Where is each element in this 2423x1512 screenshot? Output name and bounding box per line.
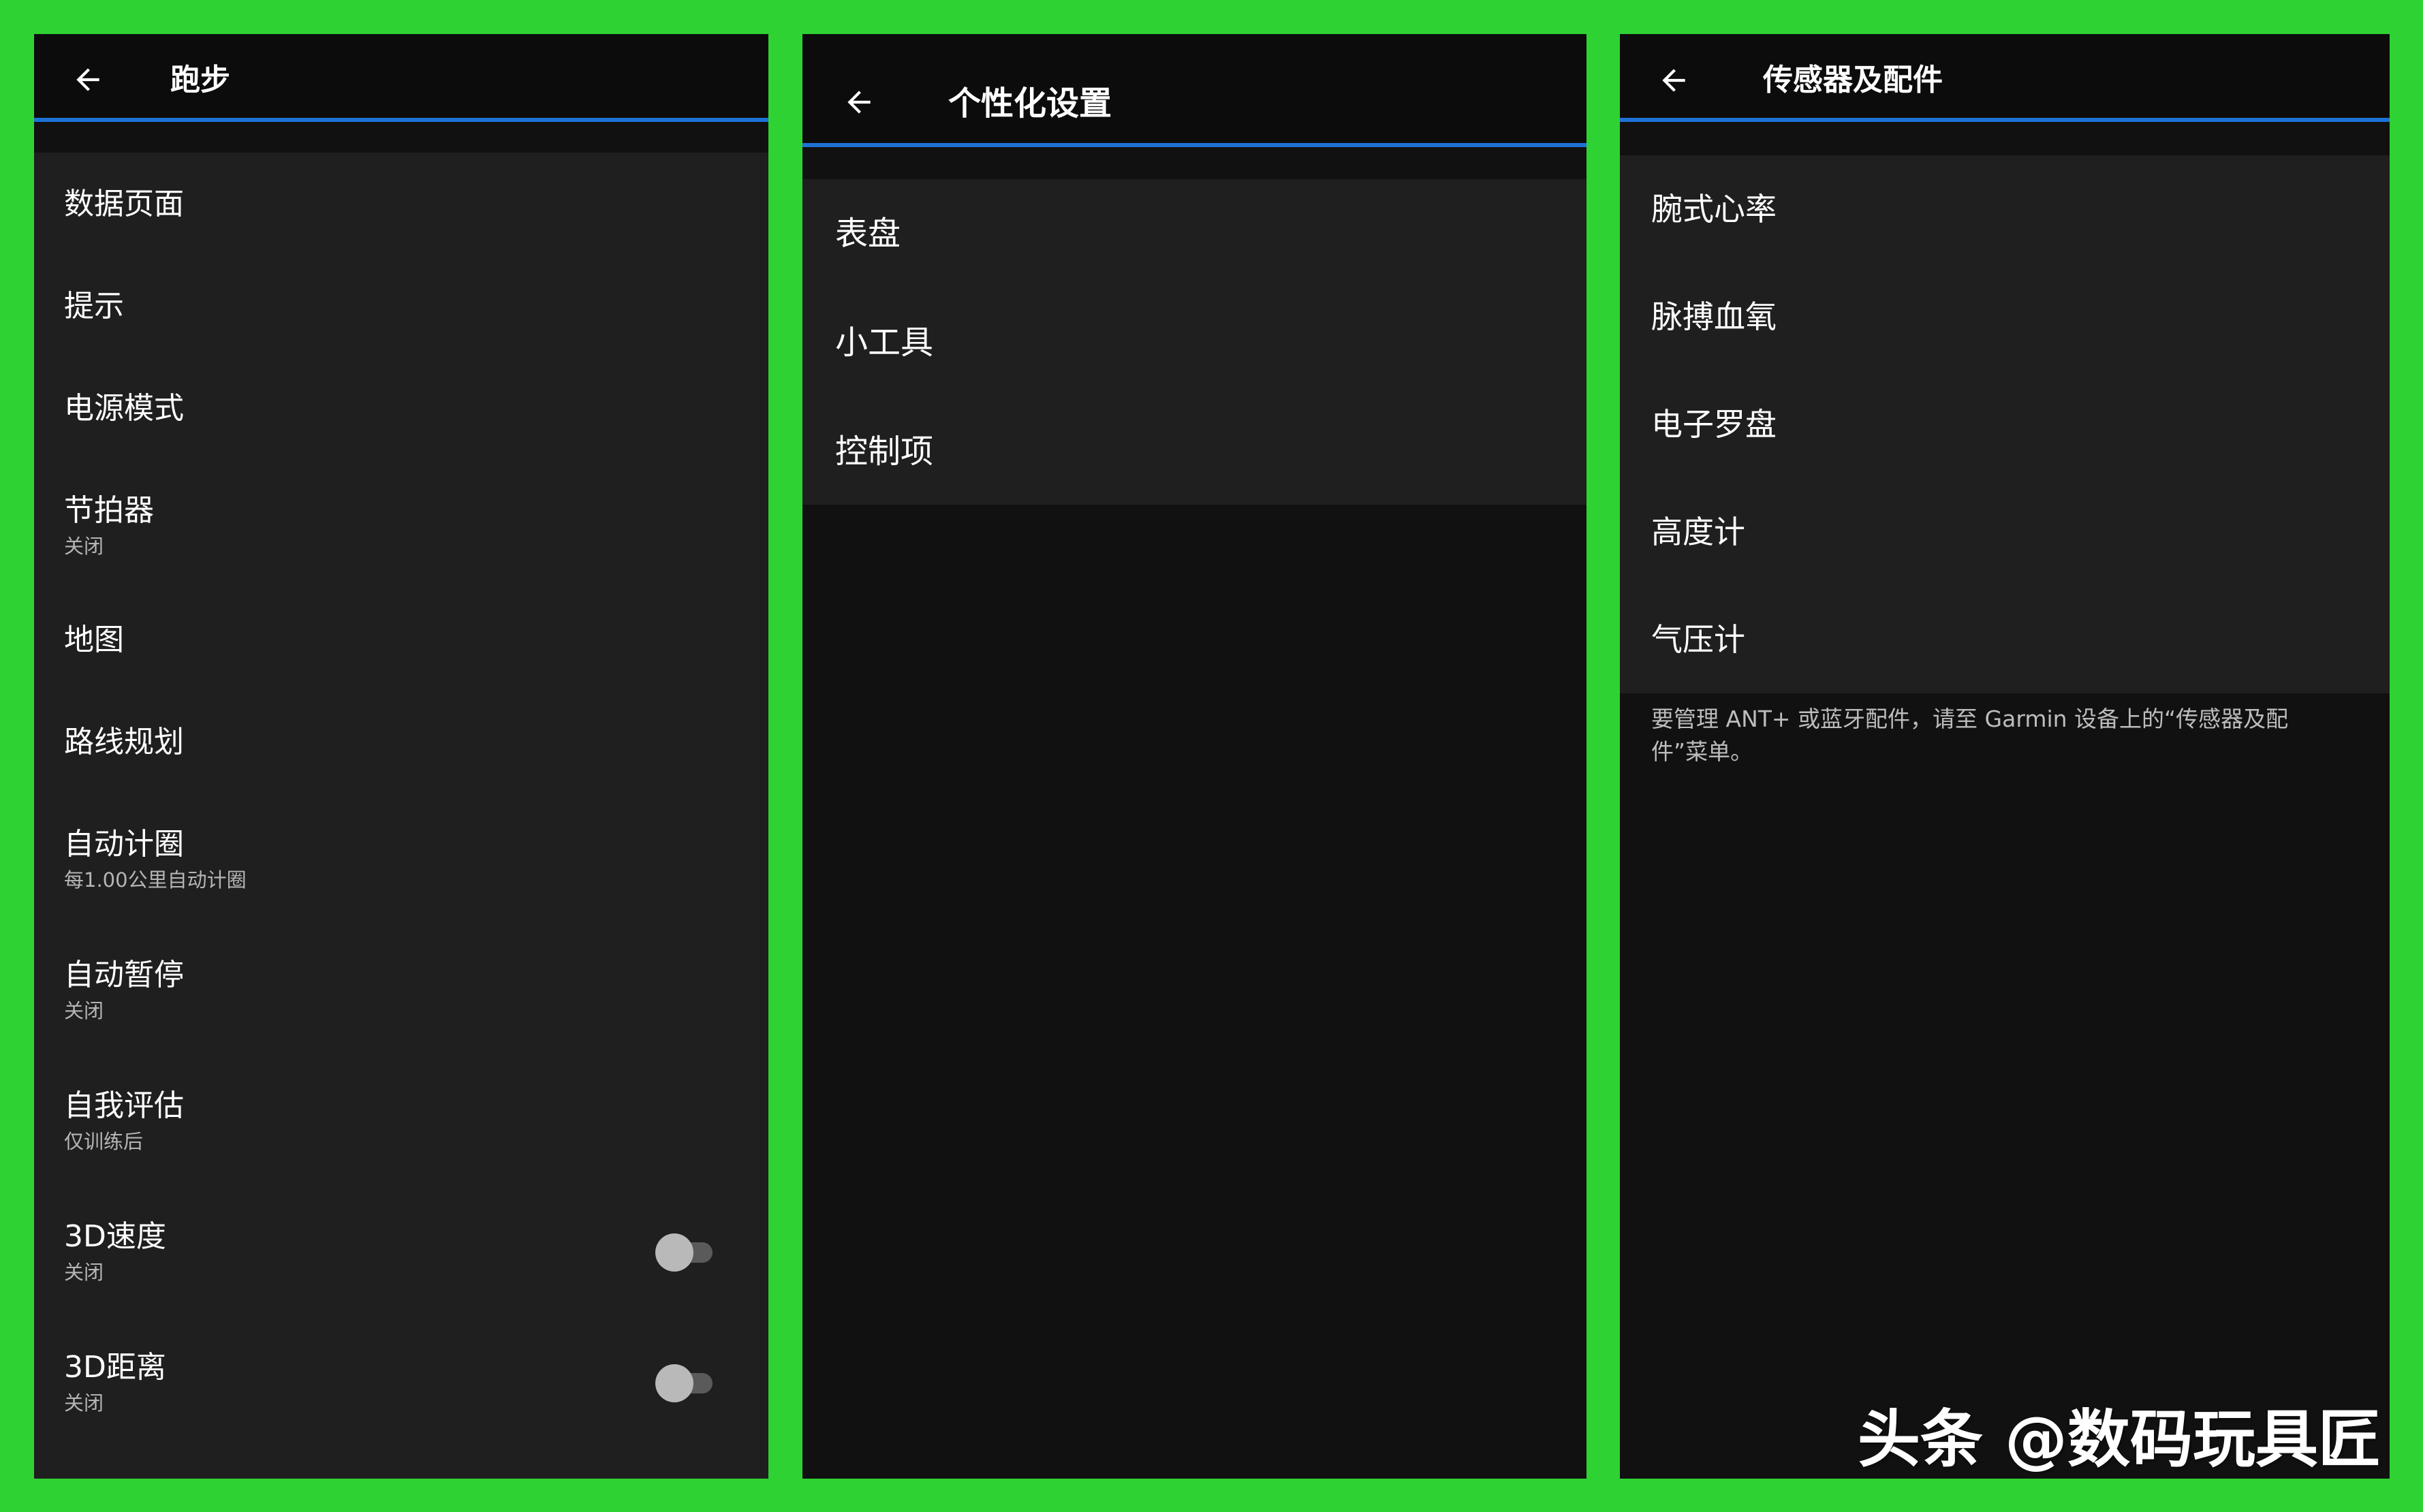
item-label: 电源模式 — [64, 391, 184, 426]
list-item-auto-pause[interactable]: 自动暂停 关闭 — [34, 925, 768, 1056]
item-label: 腕式心率 — [1651, 191, 1777, 227]
3d-speed-toggle[interactable] — [655, 1230, 717, 1272]
3d-distance-toggle[interactable] — [655, 1361, 717, 1402]
list-item-power-mode[interactable]: 电源模式 — [34, 358, 768, 460]
list-item-routing[interactable]: 路线规划 — [34, 692, 768, 794]
accessories-footnote: 要管理 ANT+ 或蓝牙配件，请至 Garmin 设备上的“传感器及配件”菜单。 — [1651, 706, 2289, 765]
arrow-left-icon[interactable] — [71, 63, 105, 97]
arrow-left-icon[interactable] — [842, 85, 876, 119]
item-label: 3D距离 — [64, 1350, 166, 1385]
item-label: 数据页面 — [64, 187, 184, 221]
list-item-altimeter[interactable]: 高度计 — [1620, 478, 2390, 586]
item-label: 自动暂停 — [64, 958, 184, 992]
list-item-self-evaluation[interactable]: 自我评估 仅训练后 — [34, 1056, 768, 1186]
item-label: 高度计 — [1651, 514, 1745, 550]
item-label: 电子罗盘 — [1651, 406, 1777, 443]
toggle-thumb — [655, 1233, 693, 1272]
list-item-map[interactable]: 地图 — [34, 590, 768, 692]
watermark-text: 头条 @数码玩具匠 — [1857, 1403, 2381, 1476]
page-title: 个性化设置 — [948, 84, 1112, 123]
item-label: 自我评估 — [64, 1088, 184, 1123]
app-bar: 个性化设置 — [802, 34, 1586, 147]
arrow-left-icon[interactable] — [1657, 63, 1691, 97]
item-status: 关闭 — [64, 999, 104, 1022]
list-item-compass[interactable]: 电子罗盘 — [1620, 371, 2390, 478]
list-item-wrist-heart-rate[interactable]: 腕式心率 — [1620, 155, 2390, 263]
item-status: 关闭 — [64, 1391, 104, 1415]
page-title: 传感器及配件 — [1763, 63, 1943, 97]
settings-list: 数据页面 提示 电源模式 节拍器 关闭 地图 路线规划 自动计圈 每1.00公里… — [34, 153, 768, 1479]
toggle-thumb — [655, 1364, 693, 1402]
sensor-list: 腕式心率 脉搏血氧 电子罗盘 高度计 气压计 — [1620, 155, 2390, 693]
app-bar: 传感器及配件 — [1620, 34, 2390, 122]
list-item-barometer[interactable]: 气压计 — [1620, 586, 2390, 693]
item-status: 每1.00公里自动计圈 — [64, 868, 247, 892]
list-item-auto-lap[interactable]: 自动计圈 每1.00公里自动计圈 — [34, 794, 768, 925]
list-item-alerts[interactable]: 提示 — [34, 256, 768, 358]
page-title: 跑步 — [170, 63, 230, 97]
item-label: 提示 — [64, 289, 124, 324]
item-label: 气压计 — [1651, 621, 1745, 658]
list-item-watch-faces[interactable]: 表盘 — [802, 179, 1586, 288]
item-label: 3D速度 — [64, 1219, 166, 1254]
item-label: 表盘 — [835, 215, 901, 253]
list-item-controls[interactable]: 控制项 — [802, 397, 1586, 505]
customize-settings-screen: 个性化设置 表盘 小工具 控制项 — [802, 34, 1586, 1479]
running-settings-screen: 跑步 数据页面 提示 电源模式 节拍器 关闭 地图 路线规划 自动计圈 每1.0… — [34, 34, 768, 1479]
item-label: 地图 — [64, 623, 124, 657]
sensors-accessories-screen: 传感器及配件 腕式心率 脉搏血氧 电子罗盘 高度计 气压计 要管理 ANT+ 或… — [1620, 34, 2390, 1479]
item-label: 控制项 — [835, 432, 934, 471]
app-bar: 跑步 — [34, 34, 768, 122]
list-item-metronome[interactable]: 节拍器 关闭 — [34, 460, 768, 590]
item-label: 小工具 — [835, 324, 934, 362]
item-status: 关闭 — [64, 1261, 104, 1284]
item-status: 关闭 — [64, 535, 104, 558]
list-item-3d-distance[interactable]: 3D距离 关闭 — [34, 1317, 768, 1448]
item-label: 脉搏血氧 — [1651, 298, 1777, 335]
item-label: 自动计圈 — [64, 827, 184, 862]
screenshot-canvas: { "background_color": "#2fd233", "accent… — [0, 0, 2423, 1512]
item-status: 仅训练后 — [64, 1130, 144, 1153]
item-label: 路线规划 — [64, 725, 184, 759]
item-label: 节拍器 — [64, 493, 154, 528]
list-item-widgets[interactable]: 小工具 — [802, 288, 1586, 397]
list-item-pulse-ox[interactable]: 脉搏血氧 — [1620, 263, 2390, 371]
list-item-3d-speed[interactable]: 3D速度 关闭 — [34, 1186, 768, 1317]
list-item-data-pages[interactable]: 数据页面 — [34, 153, 768, 256]
settings-list: 表盘 小工具 控制项 — [802, 179, 1586, 505]
